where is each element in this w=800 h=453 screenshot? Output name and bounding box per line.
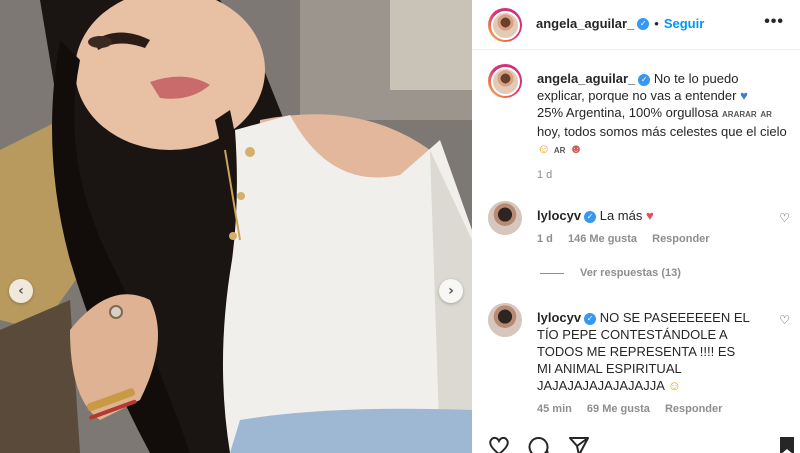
replies-divider	[540, 272, 564, 274]
commenter-avatar[interactable]	[488, 201, 522, 235]
comment-time[interactable]: 1 d	[537, 233, 553, 245]
flag-icons-small: ARARAR	[722, 110, 757, 119]
comment-body: lylocyv ✓ La más ♥	[537, 207, 752, 224]
comment-body: lylocyv ✓ NO SE PASEEEEEEN EL TÍO PEPE CO…	[537, 309, 752, 394]
author-avatar[interactable]	[488, 8, 522, 42]
post-photo[interactable]: ‹ ›	[0, 0, 472, 453]
comment-username[interactable]: lylocyv	[537, 208, 581, 223]
verified-badge-icon: ✓	[638, 73, 651, 86]
comment-meta: 1 d 146 Me gusta Responder	[537, 233, 722, 245]
selfie-illustration	[0, 0, 472, 453]
chevron-left-icon: ‹	[18, 283, 24, 299]
comment-text: La más	[599, 208, 643, 223]
caption-avatar[interactable]	[488, 64, 522, 98]
comment-item: lylocyv ✓ La más ♥ 1 d 146 Me gusta Respo…	[488, 201, 798, 261]
chevron-right-icon: ›	[448, 283, 454, 299]
like-comment-heart-icon[interactable]: ♡	[779, 313, 790, 327]
header-separator: •	[654, 16, 659, 31]
smiling-face-icon: ☺	[537, 141, 551, 156]
next-photo-button[interactable]: ›	[439, 279, 463, 303]
verified-badge-icon: ✓	[584, 210, 597, 223]
post-action-bar	[488, 436, 800, 453]
comment-time[interactable]: 45 min	[537, 403, 572, 415]
caption-text: angela_aguilar_ ✓ No te lo puedo explicar…	[537, 70, 787, 159]
comment-likes[interactable]: 69 Me gusta	[587, 403, 650, 415]
view-replies-button[interactable]: Ver respuestas (13)	[540, 267, 681, 279]
like-comment-heart-icon[interactable]: ♡	[779, 211, 790, 225]
red-heart-icon: ♥	[645, 208, 654, 223]
blue-heart-icon: ♥	[740, 88, 748, 103]
bookmark-icon[interactable]	[778, 436, 796, 453]
comment-reply-button[interactable]: Responder	[665, 403, 722, 415]
header-username[interactable]: angela_aguilar_	[536, 16, 634, 31]
comment-icon[interactable]	[528, 436, 550, 453]
laughing-face-icon: ☺	[667, 378, 682, 393]
comment-likes[interactable]: 146 Me gusta	[568, 233, 637, 245]
more-options-button[interactable]: •••	[764, 13, 784, 31]
caption-line-3: hoy, todos somos más celestes que el cie…	[537, 124, 787, 139]
comment-username[interactable]: lylocyv	[537, 310, 581, 325]
commenter-avatar[interactable]	[488, 303, 522, 337]
post-side-panel: angela_aguilar_ ✓ • Seguir ••• angela_ag…	[472, 0, 800, 453]
flag-ar-icon-2: AR	[553, 146, 566, 155]
header-user-row: angela_aguilar_ ✓ • Seguir	[536, 16, 704, 31]
share-icon[interactable]	[568, 436, 590, 453]
post-header: angela_aguilar_ ✓ • Seguir •••	[472, 0, 800, 50]
comment-reply-button[interactable]: Responder	[652, 233, 709, 245]
caption-username[interactable]: angela_aguilar_	[537, 71, 635, 86]
flag-ar-icon: AR	[760, 110, 772, 119]
previous-photo-button[interactable]: ‹	[9, 279, 33, 303]
heart-icon[interactable]	[488, 436, 510, 453]
comment-meta: 45 min 69 Me gusta Responder	[537, 403, 734, 415]
caption-line-2: 25% Argentina, 100% orgullosa	[537, 105, 719, 120]
comment-item: lylocyv ✓ NO SE PASEEEEEEN EL TÍO PEPE CO…	[488, 303, 798, 423]
heart-face-icon: ☻	[569, 141, 583, 156]
verified-badge-icon: ✓	[637, 17, 650, 30]
follow-button[interactable]: Seguir	[664, 16, 704, 31]
verified-badge-icon: ✓	[584, 312, 597, 325]
view-replies-label: Ver respuestas (13)	[580, 267, 681, 279]
caption-time[interactable]: 1 d	[537, 169, 552, 181]
